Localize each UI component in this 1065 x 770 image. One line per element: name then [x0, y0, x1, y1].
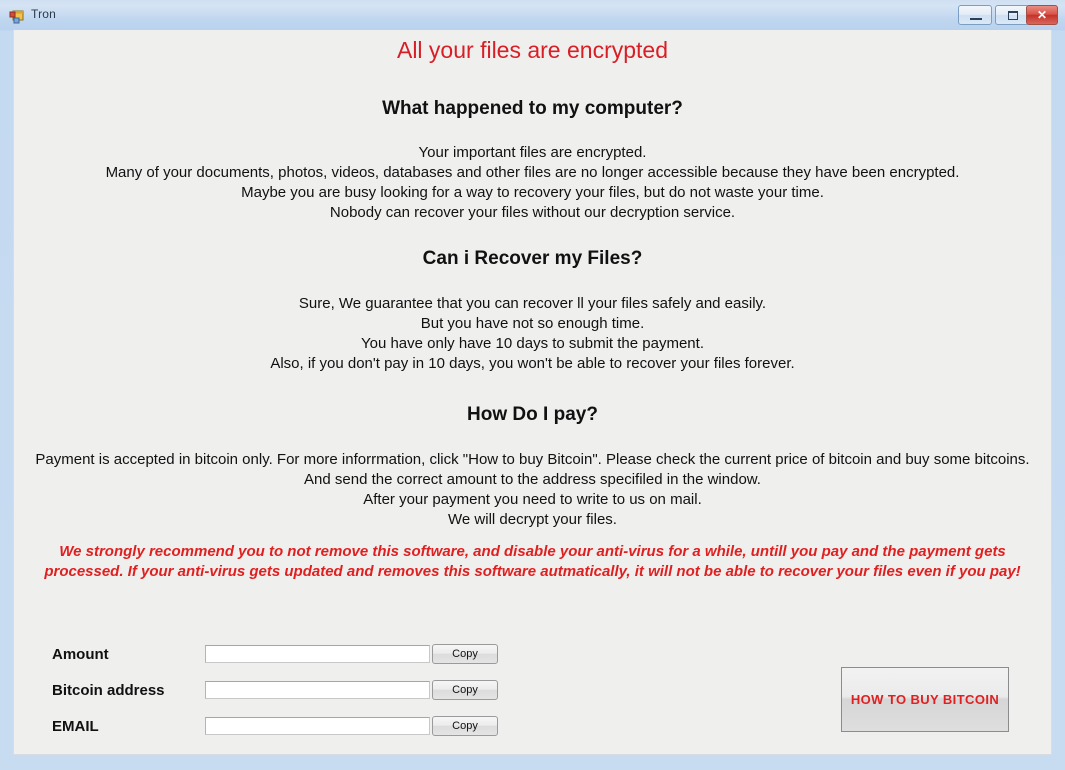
minimize-icon: [970, 18, 982, 20]
amount-input[interactable]: [205, 645, 430, 663]
minimize-button[interactable]: [958, 5, 992, 25]
copy-amount-button[interactable]: Copy: [432, 644, 498, 664]
maximize-icon: [1008, 11, 1018, 20]
bitcoin-address-label: Bitcoin address: [52, 682, 165, 699]
body-line: You have only have 10 days to submit the…: [360, 335, 704, 352]
body-line: Also, if you don't pay in 10 days, you w…: [270, 355, 795, 372]
body-line: Payment is accepted in bitcoin only. For…: [35, 451, 1030, 468]
body-line: Many of your documents, photos, videos, …: [105, 164, 960, 181]
body-line: Maybe you are busy looking for a way to …: [241, 184, 824, 201]
body-line: After your payment you need to write to …: [363, 491, 702, 508]
section-body-how-do-i-pay: Payment is accepted in bitcoin only. For…: [14, 450, 1051, 530]
body-line: And send the correct amount to the addre…: [304, 471, 761, 488]
email-input[interactable]: [205, 717, 430, 735]
body-line: Nobody can recover your files without ou…: [329, 204, 736, 221]
copy-bitcoin-address-button[interactable]: Copy: [432, 680, 498, 700]
window-title: Tron: [31, 7, 57, 21]
title-bar[interactable]: Tron ✕: [0, 0, 1065, 30]
winforms-icon: [9, 10, 24, 24]
warning-text: We strongly recommend you to not remove …: [44, 543, 1021, 580]
bitcoin-address-input[interactable]: [205, 681, 430, 699]
section-heading-what-happened: What happened to my computer?: [382, 98, 683, 119]
page-title: All your files are encrypted: [396, 37, 668, 63]
section-heading-can-i-recover: Can i Recover my Files?: [422, 248, 643, 269]
body-line: We will decrypt your files.: [448, 511, 617, 528]
body-line: Your important files are encrypted.: [418, 144, 647, 161]
section-body-can-i-recover: Sure, We guarantee that you can recover …: [14, 294, 1051, 374]
section-heading-how-do-i-pay: How Do I pay?: [467, 404, 598, 425]
section-body-what-happened: Your important files are encrypted. Many…: [14, 143, 1051, 223]
maximize-button[interactable]: [995, 5, 1029, 25]
client-area: All your files are encrypted What happen…: [13, 30, 1052, 755]
application-window: Tron ✕ All your files are encrypted What…: [0, 0, 1065, 770]
copy-email-button[interactable]: Copy: [432, 716, 498, 736]
how-to-buy-bitcoin-button[interactable]: HOW TO BUY BITCOIN: [841, 667, 1009, 732]
amount-label: Amount: [52, 646, 109, 663]
body-line: But you have not so enough time.: [420, 315, 645, 332]
close-icon: ✕: [1036, 8, 1048, 22]
body-line: Sure, We guarantee that you can recover …: [298, 295, 767, 312]
email-label: EMAIL: [52, 718, 99, 735]
close-button[interactable]: ✕: [1026, 5, 1058, 25]
form-row-amount: Amount Copy: [14, 644, 1051, 667]
